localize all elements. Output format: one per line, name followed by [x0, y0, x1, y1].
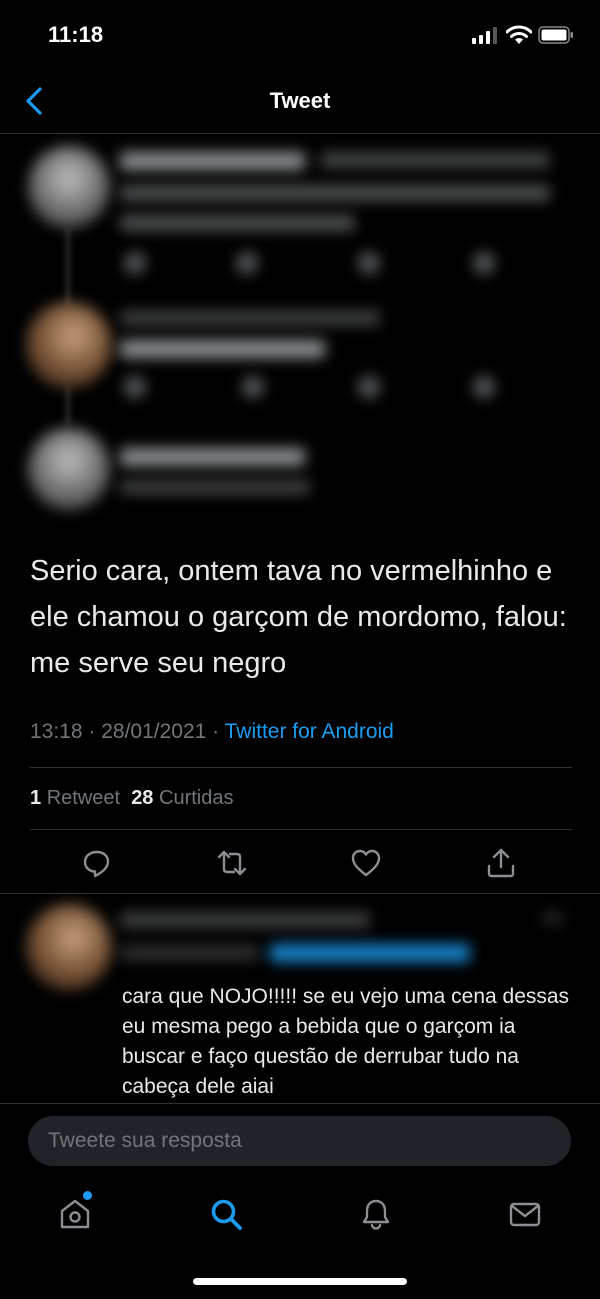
blurred-icon [124, 376, 146, 398]
page-title: Tweet [269, 88, 331, 113]
reply-text: cara que NOJO!!!!! se eu vejo uma cena d… [122, 985, 570, 1098]
blurred-text [120, 185, 550, 201]
home-indicator[interactable] [193, 1278, 407, 1285]
blurred-text [120, 480, 310, 494]
share-icon[interactable] [485, 847, 517, 879]
avatar [28, 146, 110, 228]
like-icon[interactable] [350, 847, 382, 879]
tweet-meta: 13:18 · 28/01/2021 · Twitter for Android [30, 720, 394, 744]
blurred-icon [242, 376, 264, 398]
home-icon[interactable] [58, 1197, 92, 1231]
avatar [26, 302, 112, 388]
new-content-badge [83, 1191, 92, 1200]
messages-icon[interactable] [508, 1197, 542, 1231]
blurred-icon [473, 252, 495, 274]
blurred-text [120, 448, 305, 466]
retweets-count[interactable]: 1 [30, 787, 41, 809]
avatar [28, 428, 110, 510]
divider [30, 829, 572, 830]
blurred-icon [358, 376, 380, 398]
tweet-timestamp: 13:18 · 28/01/2021 · [30, 720, 225, 743]
divider [0, 1103, 600, 1104]
thread-connector [66, 228, 70, 308]
avatar [26, 904, 112, 990]
retweet-icon[interactable] [216, 847, 248, 879]
blurred-icon [542, 912, 564, 924]
blurred-icon [473, 376, 495, 398]
search-icon[interactable] [209, 1197, 243, 1231]
blurred-icon [358, 252, 380, 274]
tweet-source-link[interactable]: Twitter for Android [225, 720, 394, 743]
blurred-text [120, 215, 355, 231]
divider [30, 767, 572, 768]
retweets-label[interactable]: Retweet [47, 787, 120, 809]
likes-label[interactable]: Curtidas [159, 787, 233, 809]
header-divider [0, 133, 600, 134]
blurred-icon [124, 252, 146, 274]
cellular-signal-icon [472, 27, 497, 44]
likes-count[interactable]: 28 [131, 787, 153, 809]
battery-icon [538, 26, 573, 44]
blurred-text [120, 152, 305, 170]
tweet-text: Serio cara, ontem tava no vermelhinho e … [30, 555, 567, 679]
blurred-icon [236, 252, 258, 274]
blurred-text [320, 152, 550, 168]
reply-compose-input[interactable]: Tweete sua resposta [28, 1116, 571, 1166]
blurred-text [120, 340, 325, 358]
thread-connector [66, 385, 70, 425]
blurred-mention [270, 944, 470, 962]
tweet-stats: 1 Retweet 28 Curtidas [30, 787, 233, 810]
blurred-text [120, 310, 380, 326]
notifications-icon[interactable] [359, 1197, 393, 1231]
blurred-text [120, 946, 260, 960]
divider [0, 893, 600, 894]
reply-icon[interactable] [81, 847, 113, 879]
wifi-icon [506, 25, 532, 44]
status-time: 11:18 [48, 22, 104, 47]
blurred-text [120, 912, 370, 928]
